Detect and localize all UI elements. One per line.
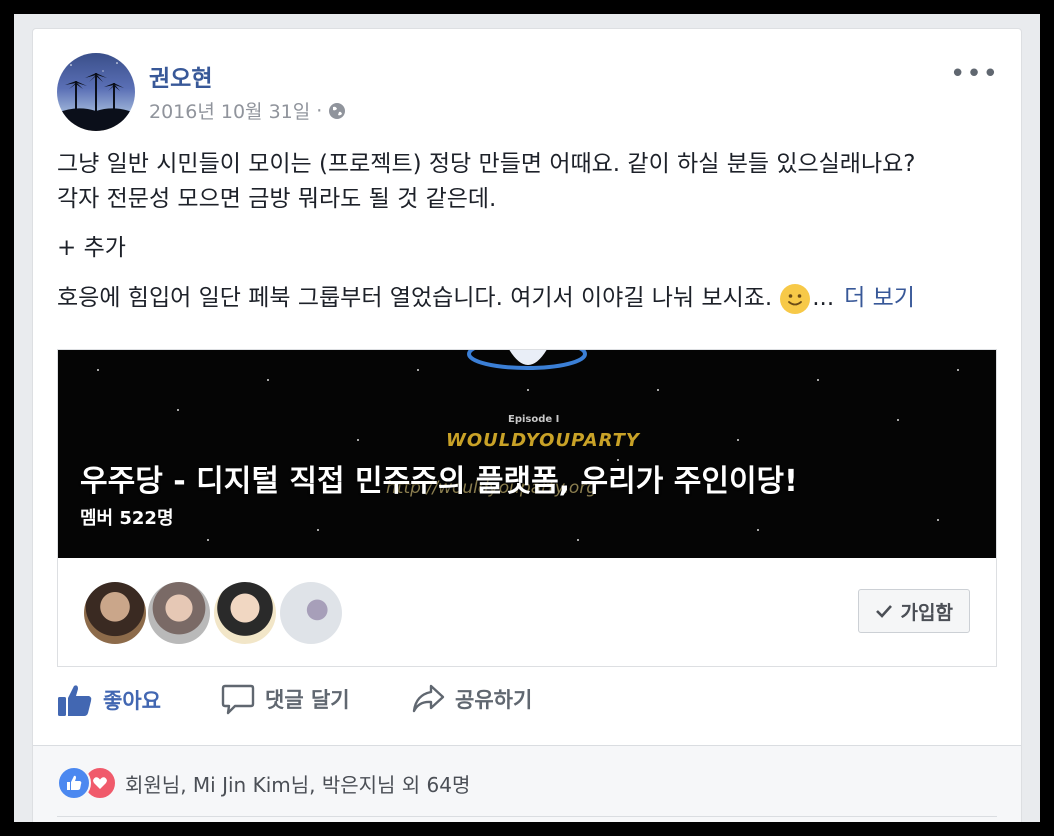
banner-brand-text: WOULDYOUPARTY <box>446 430 640 451</box>
group-member-count: 멤버 522명 <box>80 508 174 529</box>
comments-divider <box>57 816 997 817</box>
more-options-icon[interactable]: ••• <box>950 59 999 89</box>
group-name[interactable]: 우주당 - 디지털 직접 민주주의 플랫폼, 우리가 주인이당! <box>80 456 798 500</box>
reactions-summary[interactable]: 회원님, Mi Jin Kim님, 박은지님 외 64명 <box>57 766 470 800</box>
post-text-line: 각자 전문성 모으면 금방 뭐라도 될 것 같은데. <box>57 186 497 212</box>
banner-episode-text: Episode I <box>508 414 560 425</box>
member-avatar[interactable] <box>214 582 276 644</box>
browser-frame: 권오현 2016년 10월 31일 · ••• 그냥 일반 시민들이 모이는 (… <box>14 14 1040 822</box>
author-avatar[interactable] <box>57 53 135 131</box>
comment-button[interactable]: 댓글 달기 <box>221 683 350 715</box>
see-more-link[interactable]: 더 보기 <box>844 281 915 316</box>
author-name[interactable]: 권오현 <box>149 59 212 93</box>
group-cover-image[interactable]: Episode I WOULDYOUPARTY http://wouldyoup… <box>58 350 996 558</box>
joined-button-label: 가입함 <box>900 601 953 624</box>
reactions-text: 회원님, Mi Jin Kim님, 박은지님 외 64명 <box>125 772 471 797</box>
thumbs-up-icon <box>58 685 92 716</box>
post-actions: 좋아요 댓글 달기 공유하기 <box>57 669 995 739</box>
post-text-line: 그냥 일반 시민들이 모이는 (프로젝트) 정당 만들면 어때요. 같이 하실 … <box>57 151 916 177</box>
post-addendum-label: + 추가 <box>57 235 126 261</box>
post-text-line: 호응에 힘입어 일단 페북 그룹부터 열었습니다. 여기서 이야길 나눠 보시죠… <box>57 285 773 311</box>
post-meta: 2016년 10월 31일 · <box>149 97 346 124</box>
ellipsis: ... <box>812 285 835 311</box>
comment-label: 댓글 달기 <box>265 688 350 712</box>
share-button[interactable]: 공유하기 <box>411 683 532 715</box>
like-reaction-icon <box>57 766 91 800</box>
post-text: 그냥 일반 시민들이 모이는 (프로젝트) 정당 만들면 어때요. 같이 하실 … <box>57 147 1007 217</box>
smile-emoji-icon <box>780 283 811 314</box>
meta-separator: · <box>316 99 323 122</box>
member-avatar[interactable] <box>280 582 342 644</box>
share-label: 공유하기 <box>455 688 533 712</box>
globe-icon[interactable] <box>328 102 346 120</box>
comment-icon <box>221 684 255 715</box>
member-avatar[interactable] <box>148 582 210 644</box>
group-members-row: 가입함 <box>58 558 996 666</box>
joined-button[interactable]: 가입함 <box>857 589 970 633</box>
post-date[interactable]: 2016년 10월 31일 <box>149 97 310 124</box>
member-avatar[interactable] <box>84 582 146 644</box>
like-label: 좋아요 <box>103 689 161 713</box>
post-text-continued: 호응에 힘입어 일단 페북 그룹부터 열었습니다. 여기서 이야길 나눠 보시죠… <box>57 281 1007 316</box>
like-button[interactable]: 좋아요 <box>57 683 161 717</box>
checkmark-icon <box>875 605 892 618</box>
reactions-bar: 회원님, Mi Jin Kim님, 박은지님 외 64명 <box>33 746 1021 822</box>
post-card: 권오현 2016년 10월 31일 · ••• 그냥 일반 시민들이 모이는 (… <box>32 28 1022 822</box>
group-attachment[interactable]: Episode I WOULDYOUPARTY http://wouldyoup… <box>57 349 997 667</box>
share-icon <box>412 684 445 713</box>
